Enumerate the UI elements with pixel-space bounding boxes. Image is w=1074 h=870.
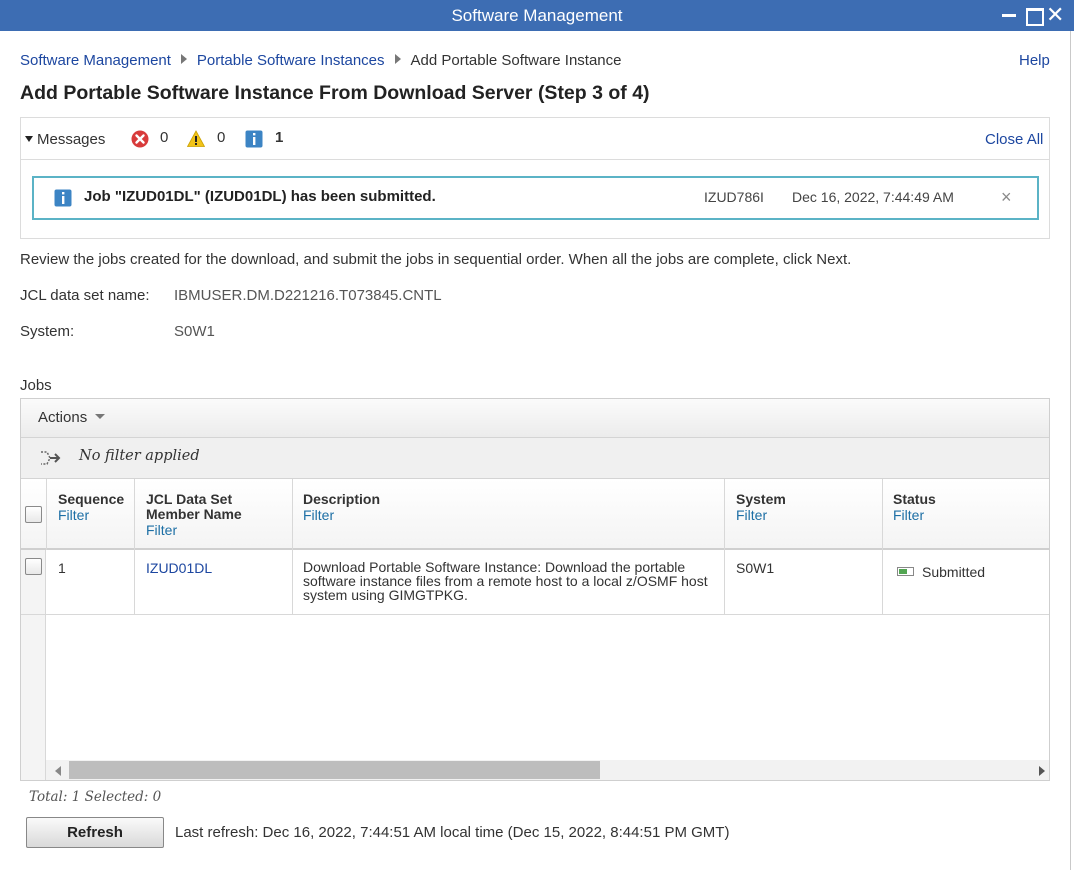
system-label: System: — [20, 323, 75, 340]
window-border — [1070, 31, 1071, 870]
actions-menu[interactable]: Actions — [38, 409, 106, 426]
jcl-data-set-label: JCL data set name: — [20, 287, 150, 304]
window-title: Software Management — [451, 6, 623, 25]
cell-description: Download Portable Software Instance: Dow… — [303, 560, 718, 602]
breadcrumb-current: Add Portable Software Instance — [410, 52, 622, 69]
message-item: Job "IZUD01DL" (IZUD01DL) has been submi… — [32, 176, 1039, 220]
horizontal-scrollbar[interactable] — [46, 760, 1049, 780]
filter-link-sequence[interactable]: Filter — [58, 507, 89, 523]
member-header-line1: JCL Data Set — [146, 491, 233, 507]
actions-label: Actions — [38, 409, 88, 426]
breadcrumb-separator-icon — [180, 54, 187, 64]
help-link[interactable]: Help — [1019, 52, 1050, 69]
scroll-left-icon[interactable] — [55, 766, 61, 776]
column-divider — [46, 479, 47, 550]
refresh-button[interactable]: Refresh — [26, 817, 164, 848]
minimize-icon[interactable] — [1001, 4, 1017, 26]
error-icon[interactable] — [131, 130, 149, 148]
cell-sequence: 1 — [58, 560, 66, 576]
jcl-data-set-value: IBMUSER.DM.D221216.T073845.CNTL — [174, 287, 442, 304]
info-count: 1 — [275, 129, 284, 146]
scroll-right-icon[interactable] — [1039, 766, 1045, 776]
filter-link-description[interactable]: Filter — [303, 507, 334, 523]
triangle-down-icon — [25, 136, 33, 142]
last-refresh-text: Last refresh: Dec 16, 2022, 7:44:51 AM l… — [175, 824, 730, 841]
system-value: S0W1 — [174, 323, 215, 340]
totals-text: Total: 1 Selected: 0 — [29, 789, 162, 805]
column-header-member-name[interactable]: JCL Data Set Member Name — [146, 492, 242, 522]
filter-link-member-name[interactable]: Filter — [146, 522, 177, 538]
cell-member-link[interactable]: IZUD01DL — [146, 561, 212, 575]
filter-link-system[interactable]: Filter — [736, 507, 767, 523]
table-header: Sequence Filter JCL Data Set Member Name … — [21, 479, 1049, 550]
messages-toggle[interactable]: Messages — [25, 131, 105, 148]
message-id: IZUD786I — [704, 189, 764, 205]
close-icon[interactable]: ✕ — [1046, 4, 1064, 26]
chevron-down-icon — [95, 414, 106, 419]
maximize-icon[interactable] — [1025, 4, 1044, 26]
description-line: system using GIMGTPKG. — [303, 587, 468, 603]
table-toolbar: Actions — [21, 399, 1049, 438]
jobs-label: Jobs — [20, 377, 52, 394]
messages-header: Messages 0 0 1 Close All — [21, 118, 1049, 160]
breadcrumb-portable-software-instances[interactable]: Portable Software Instances — [197, 52, 385, 69]
filter-link-status[interactable]: Filter — [893, 507, 924, 523]
close-all-link[interactable]: Close All — [985, 131, 1043, 148]
breadcrumb-software-management[interactable]: Software Management — [20, 52, 171, 69]
select-all-checkbox[interactable] — [25, 506, 42, 523]
row-checkbox[interactable] — [25, 558, 42, 575]
cell-status: Submitted — [922, 564, 986, 580]
messages-toggle-label: Messages — [37, 131, 106, 148]
warning-icon[interactable] — [187, 130, 205, 148]
description-line: software instance files from a remote ho… — [303, 573, 708, 589]
cell-system: S0W1 — [736, 560, 775, 576]
column-header-status[interactable]: Status — [893, 492, 936, 507]
member-header-line2: Member Name — [146, 506, 242, 522]
warning-count: 0 — [217, 129, 226, 146]
error-count: 0 — [160, 129, 169, 146]
filter-icon[interactable] — [39, 448, 61, 468]
filter-bar: No filter applied — [21, 438, 1049, 479]
column-header-sequence[interactable]: Sequence — [58, 492, 124, 507]
messages-panel: Messages 0 0 1 Close All Job "IZUD01DL" … — [20, 117, 1050, 239]
column-header-description[interactable]: Description — [303, 492, 380, 507]
breadcrumb: Software Management Portable Software Ins… — [20, 52, 622, 69]
info-icon — [54, 189, 72, 207]
breadcrumb-separator-icon — [394, 54, 401, 64]
message-timestamp: Dec 16, 2022, 7:44:49 AM — [792, 189, 954, 205]
message-text: Job "IZUD01DL" (IZUD01DL) has been submi… — [84, 188, 436, 205]
page-title: Add Portable Software Instance From Down… — [20, 82, 650, 104]
scrollbar-thumb[interactable] — [69, 761, 600, 779]
jobs-table: Actions No filter applied Sequence Filte… — [20, 398, 1050, 781]
table-row[interactable]: 1 IZUD01DL Download Portable Software In… — [21, 550, 1049, 615]
column-header-system[interactable]: System — [736, 492, 786, 507]
window-titlebar: Software Management ✕ — [0, 0, 1074, 31]
description-line: Download Portable Software Instance: Dow… — [303, 559, 686, 575]
instructions-text: Review the jobs created for the download… — [20, 251, 852, 268]
job-status-icon — [897, 567, 914, 576]
filter-status: No filter applied — [79, 448, 200, 464]
dismiss-message-icon[interactable]: × — [1001, 187, 1012, 208]
info-icon[interactable] — [245, 130, 263, 148]
